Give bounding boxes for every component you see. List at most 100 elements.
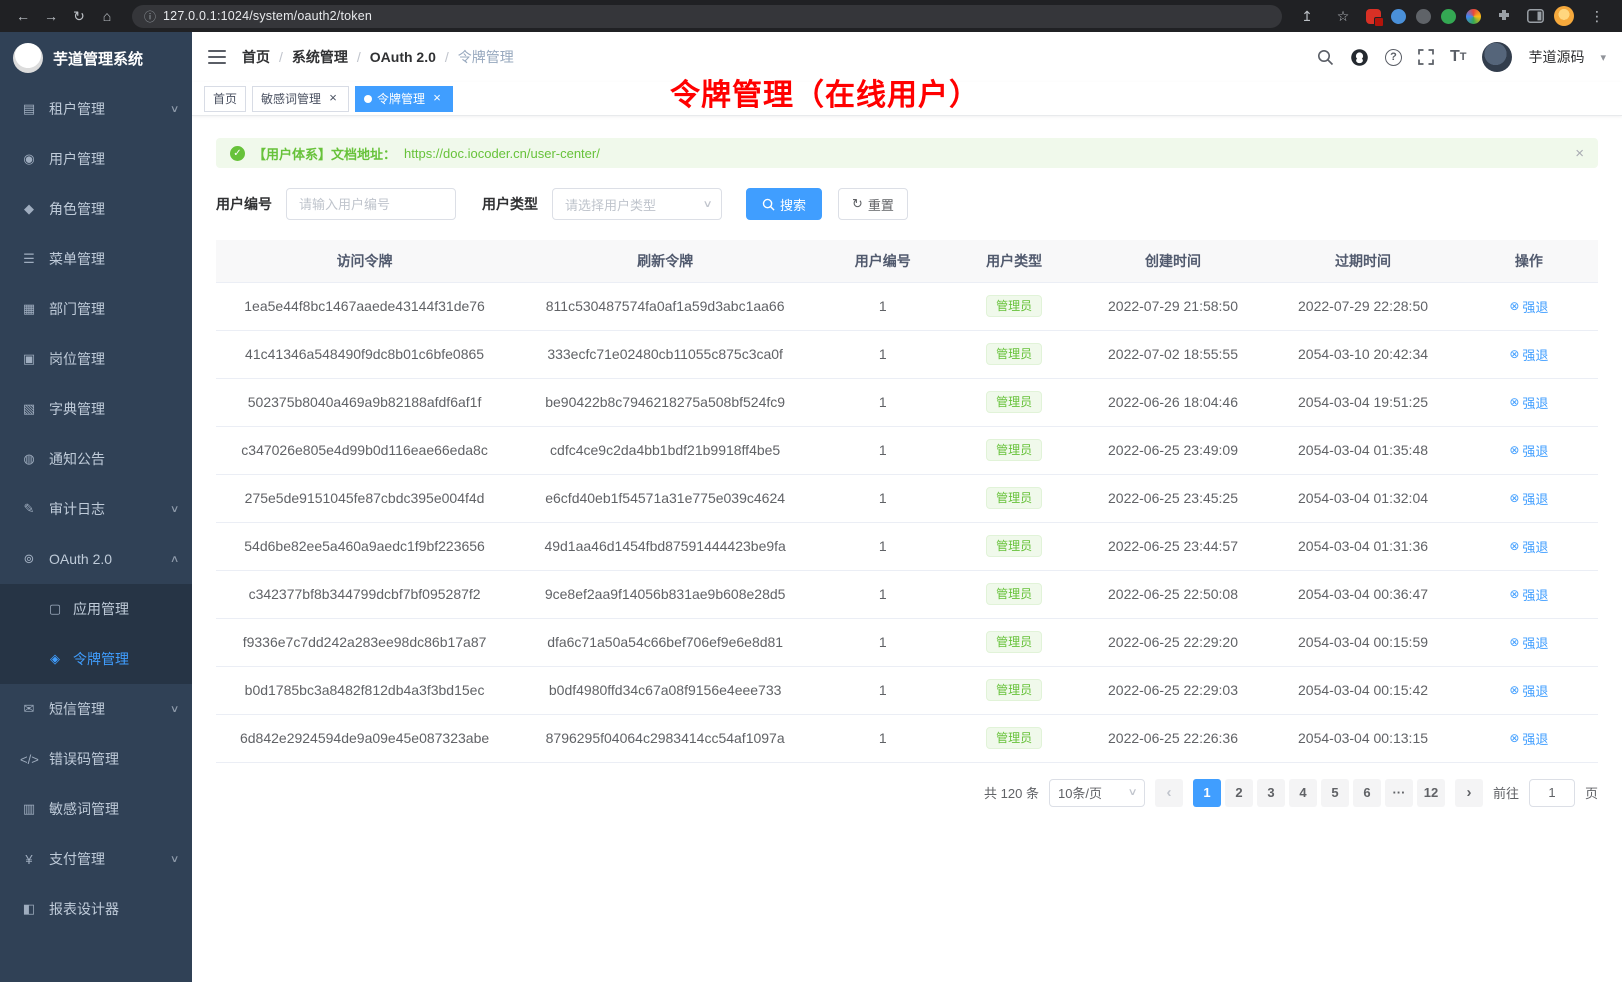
user-type-badge: 管理员 [986, 343, 1042, 365]
doc-link[interactable]: https://doc.iocoder.cn/user-center/ [404, 146, 600, 161]
sidebar-item-tenant[interactable]: ▤租户管理∨ [0, 84, 192, 134]
sidebar-item-report[interactable]: ◧报表设计器 [0, 884, 192, 934]
sidebar-item-code[interactable]: </>错误码管理 [0, 734, 192, 784]
browser-menu-icon[interactable]: ⋮ [1584, 3, 1610, 29]
sidebar-item-dict[interactable]: ▧字典管理 [0, 384, 192, 434]
sidebar-item-app[interactable]: ▢应用管理 [0, 584, 192, 634]
user-type-badge: 管理员 [986, 391, 1042, 413]
user-id-cell: 1 [817, 330, 948, 378]
sidebar-item-oauth[interactable]: ⊚OAuth 2.0∧ [0, 534, 192, 584]
home-icon[interactable]: ⌂ [94, 3, 120, 29]
search-icon[interactable] [1317, 49, 1334, 66]
user-icon: ◉ [20, 151, 38, 167]
next-page-button[interactable]: › [1455, 779, 1483, 807]
sidebar-collapse-icon[interactable] [208, 49, 226, 65]
pager-more-button[interactable]: ··· [1385, 779, 1413, 807]
action-cell: ⊗强退 [1460, 330, 1598, 378]
page-button-6[interactable]: 6 [1353, 779, 1381, 807]
success-check-icon: ✓ [230, 146, 245, 161]
page-button-4[interactable]: 4 [1289, 779, 1317, 807]
force-logout-button[interactable]: ⊗强退 [1509, 345, 1548, 364]
main-area: 首页/系统管理/OAuth 2.0/令牌管理 ? TT 芋道源码 ▾ [192, 32, 1622, 982]
access-token-cell: f9336e7c7dd242a283ee98dc86b17a87 [216, 618, 513, 666]
tab-0[interactable]: 首页 [204, 86, 246, 112]
force-logout-button[interactable]: ⊗强退 [1509, 681, 1548, 700]
search-button[interactable]: 搜索 [746, 188, 822, 220]
column-header: 创建时间 [1080, 240, 1267, 282]
sidebar-item-dept[interactable]: ▦部门管理 [0, 284, 192, 334]
browser-profile-icon[interactable] [1554, 6, 1574, 26]
close-icon[interactable]: × [430, 92, 444, 106]
reload-icon[interactable]: ↻ [66, 3, 92, 29]
extension-dark-icon[interactable] [1416, 9, 1431, 24]
forward-icon[interactable]: → [38, 3, 64, 29]
tab-1[interactable]: 敏感词管理× [252, 86, 349, 112]
github-icon[interactable] [1350, 48, 1369, 67]
sidebar-item-menu[interactable]: ☰菜单管理 [0, 234, 192, 284]
bookmark-star-icon[interactable]: ☆ [1330, 3, 1356, 29]
user-type-select[interactable]: 请选择用户类型 ∨ [552, 188, 722, 220]
sidebar-item-sms[interactable]: ✉短信管理∨ [0, 684, 192, 734]
screen: ← → ↻ ⌂ ⓘ 127.0.0.1:1024/system/oauth2/t… [0, 0, 1622, 982]
user-id-input[interactable] [286, 188, 456, 220]
back-icon[interactable]: ← [10, 3, 36, 29]
force-logout-button[interactable]: ⊗强退 [1509, 489, 1548, 508]
extension-color-icon[interactable] [1466, 9, 1481, 24]
force-logout-button[interactable]: ⊗强退 [1509, 585, 1548, 604]
extension-blue-icon[interactable] [1391, 9, 1406, 24]
sidebar-item-user[interactable]: ◉用户管理 [0, 134, 192, 184]
page-button-1[interactable]: 1 [1193, 779, 1221, 807]
breadcrumb-item[interactable]: 系统管理 [292, 47, 348, 67]
page-button-5[interactable]: 5 [1321, 779, 1349, 807]
share-icon[interactable]: ↥ [1294, 3, 1320, 29]
role-icon: ◆ [20, 201, 38, 217]
goto-page-input[interactable] [1529, 779, 1575, 807]
user-name[interactable]: 芋道源码 [1528, 47, 1584, 67]
sidebar-menu: ▤租户管理∨◉用户管理◆角色管理☰菜单管理▦部门管理▣岗位管理▧字典管理◍通知公… [0, 84, 192, 982]
expire-time-cell: 2054-03-04 01:35:48 [1266, 426, 1459, 474]
sidebar-item-post[interactable]: ▣岗位管理 [0, 334, 192, 384]
chevron-down-icon[interactable]: ▾ [1600, 51, 1606, 64]
force-logout-button[interactable]: ⊗强退 [1509, 297, 1548, 316]
tab-2[interactable]: 令牌管理× [355, 86, 453, 112]
force-logout-button[interactable]: ⊗强退 [1509, 393, 1548, 412]
url-bar[interactable]: ⓘ 127.0.0.1:1024/system/oauth2/token [132, 5, 1282, 28]
app-logo[interactable]: 芋道管理系统 [0, 32, 192, 84]
action-cell: ⊗强退 [1460, 378, 1598, 426]
font-size-icon[interactable]: TT [1450, 48, 1467, 66]
sidebar-item-log[interactable]: ✎审计日志∨ [0, 484, 192, 534]
extension-red-icon[interactable] [1366, 9, 1381, 24]
page-button-12[interactable]: 12 [1417, 779, 1445, 807]
user-avatar[interactable] [1482, 42, 1512, 72]
user-type-badge: 管理员 [986, 535, 1042, 557]
extensions-puzzle-icon[interactable] [1491, 3, 1517, 29]
reset-button[interactable]: ↻ 重置 [838, 188, 908, 220]
page-size-select[interactable]: 10条/页 ∨ [1049, 779, 1145, 807]
force-logout-button[interactable]: ⊗强退 [1509, 729, 1548, 748]
table-row: 6d842e2924594de9a09e45e087323abe8796295f… [216, 714, 1598, 762]
prev-page-button[interactable]: ‹ [1155, 779, 1183, 807]
sidebar-item-pay[interactable]: ¥支付管理∨ [0, 834, 192, 884]
sidebar-toggle-icon[interactable] [1527, 9, 1544, 23]
close-icon[interactable]: × [326, 92, 340, 106]
column-header: 刷新令牌 [513, 240, 817, 282]
sidebar-item-notice[interactable]: ◍通知公告 [0, 434, 192, 484]
help-icon[interactable]: ? [1385, 49, 1402, 66]
breadcrumb-item[interactable]: OAuth 2.0 [370, 49, 436, 65]
page-button-3[interactable]: 3 [1257, 779, 1285, 807]
notice-icon: ◍ [20, 451, 38, 467]
sidebar-item-role[interactable]: ◆角色管理 [0, 184, 192, 234]
total-count: 共 120 条 [984, 783, 1039, 802]
fullscreen-icon[interactable] [1418, 49, 1434, 65]
site-info-icon[interactable]: ⓘ [144, 8, 156, 25]
alert-close-icon[interactable]: × [1575, 145, 1584, 162]
force-logout-button[interactable]: ⊗强退 [1509, 633, 1548, 652]
force-logout-button[interactable]: ⊗强退 [1509, 441, 1548, 460]
breadcrumb-item[interactable]: 首页 [242, 47, 270, 67]
sidebar-item-token[interactable]: ◈令牌管理 [0, 634, 192, 684]
action-cell: ⊗强退 [1460, 282, 1598, 330]
page-button-2[interactable]: 2 [1225, 779, 1253, 807]
sidebar-item-word[interactable]: ▥敏感词管理 [0, 784, 192, 834]
force-logout-button[interactable]: ⊗强退 [1509, 537, 1548, 556]
extension-green-icon[interactable] [1441, 9, 1456, 24]
